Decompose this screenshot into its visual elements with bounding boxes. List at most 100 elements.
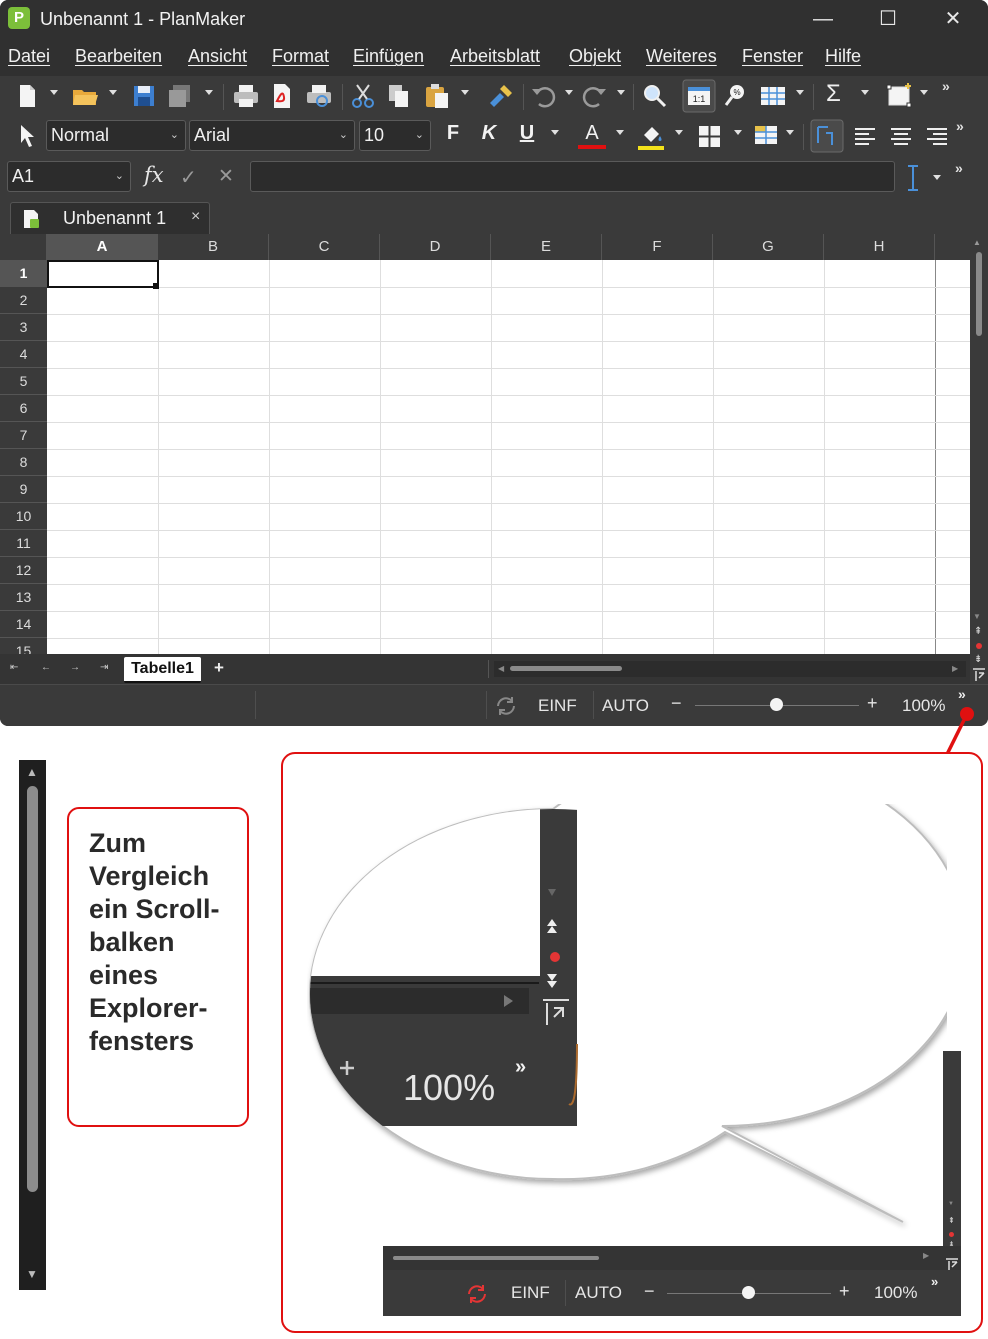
scroll-left-arrow-icon[interactable]: ◀ bbox=[498, 661, 504, 677]
confirm-icon[interactable]: ✓ bbox=[180, 165, 197, 190]
column-header-c[interactable]: C bbox=[269, 234, 380, 260]
document-tab[interactable]: Unbenannt 1 × bbox=[10, 202, 210, 234]
row-header-3[interactable]: 3 bbox=[0, 314, 47, 341]
save-caret[interactable] bbox=[205, 90, 213, 95]
open-folder-icon[interactable] bbox=[70, 81, 100, 111]
row-header-7[interactable]: 7 bbox=[0, 422, 47, 449]
scroll-page-up-icon[interactable]: ⇞ bbox=[974, 626, 982, 637]
borders-caret[interactable] bbox=[734, 130, 742, 135]
fill-color-icon[interactable] bbox=[636, 121, 666, 151]
row-header-5[interactable]: 5 bbox=[0, 368, 47, 395]
toolbar-more-icon[interactable]: » bbox=[942, 78, 950, 94]
new-document-icon[interactable] bbox=[12, 81, 42, 111]
font-color-button[interactable]: A bbox=[579, 122, 605, 145]
borders-icon[interactable] bbox=[695, 121, 725, 151]
menu-datei[interactable]: Datei bbox=[8, 46, 50, 67]
select-all-corner[interactable] bbox=[0, 234, 47, 260]
font-select[interactable]: Arial ⌄ bbox=[189, 120, 355, 151]
insert-object-caret[interactable] bbox=[920, 90, 928, 95]
scroll-up-arrow-icon[interactable]: ▲ bbox=[973, 238, 981, 247]
row-header-1[interactable]: 1 bbox=[0, 260, 47, 287]
recalculate-icon[interactable] bbox=[494, 694, 518, 718]
horizontal-scroll-thumb[interactable] bbox=[510, 666, 622, 671]
column-header-b[interactable]: B bbox=[158, 234, 269, 260]
table-view-caret[interactable] bbox=[796, 90, 804, 95]
horizontal-scrollbar[interactable]: ◀ ▶ bbox=[494, 661, 966, 677]
sheet-tab-tabelle1[interactable]: Tabelle1 bbox=[124, 657, 201, 683]
print-icon[interactable] bbox=[231, 81, 261, 111]
align-right-icon[interactable] bbox=[922, 121, 952, 151]
calc-mode-indicator[interactable]: AUTO bbox=[602, 696, 649, 716]
cancel-icon[interactable]: ✕ bbox=[218, 165, 234, 188]
row-header-4[interactable]: 4 bbox=[0, 341, 47, 368]
cut-icon[interactable] bbox=[348, 81, 378, 111]
column-header-a[interactable]: A bbox=[47, 234, 158, 260]
align-center-icon[interactable] bbox=[886, 121, 916, 151]
insert-mode-indicator[interactable]: EINF bbox=[538, 696, 577, 716]
vertical-scroll-thumb[interactable] bbox=[976, 252, 982, 336]
row-header-2[interactable]: 2 bbox=[0, 287, 47, 314]
formula-caret[interactable] bbox=[933, 175, 941, 180]
scroll-right-arrow-icon[interactable]: ▶ bbox=[952, 661, 958, 677]
export-pdf-icon[interactable] bbox=[267, 81, 297, 111]
last-sheet-icon[interactable]: ⇥ bbox=[100, 662, 108, 673]
scroll-position-dot-icon[interactable] bbox=[976, 643, 982, 649]
add-sheet-button[interactable]: + bbox=[214, 658, 224, 678]
close-button[interactable]: ✕ bbox=[920, 0, 986, 38]
menu-objekt[interactable]: Objekt bbox=[569, 46, 621, 67]
conditional-format-icon[interactable] bbox=[752, 121, 782, 151]
maximize-button[interactable]: ☐ bbox=[855, 0, 921, 38]
zoom-slider-thumb[interactable] bbox=[770, 698, 783, 711]
menu-format[interactable]: Format bbox=[272, 46, 329, 67]
open-caret[interactable] bbox=[109, 90, 117, 95]
row-header-9[interactable]: 9 bbox=[0, 476, 47, 503]
redo-caret[interactable] bbox=[617, 90, 625, 95]
next-sheet-icon[interactable]: → bbox=[70, 662, 80, 673]
prev-sheet-icon[interactable]: ← bbox=[41, 662, 51, 673]
column-header-e[interactable]: E bbox=[491, 234, 602, 260]
zoom-out-button[interactable]: − bbox=[671, 693, 682, 714]
conditional-format-caret[interactable] bbox=[786, 130, 794, 135]
align-left-icon[interactable] bbox=[850, 121, 880, 151]
underline-button[interactable]: U bbox=[514, 122, 540, 145]
cell-reference-box[interactable]: A1 ⌄ bbox=[7, 161, 131, 192]
fill-handle[interactable] bbox=[153, 283, 159, 289]
vertical-scrollbar[interactable]: ▲ ▼ ⇞ ⇟ bbox=[970, 234, 988, 684]
sum-icon[interactable]: Σ bbox=[826, 80, 841, 108]
zoom-in-button[interactable]: + bbox=[867, 693, 878, 714]
italic-button[interactable]: K bbox=[476, 122, 502, 145]
font-size-select[interactable]: 10 ⌄ bbox=[359, 120, 431, 151]
menu-arbeitsblatt[interactable]: Arbeitsblatt bbox=[450, 46, 540, 67]
underline-caret[interactable] bbox=[551, 130, 559, 135]
search-icon[interactable] bbox=[640, 81, 670, 111]
redo-icon[interactable] bbox=[580, 81, 610, 111]
menu-bearbeiten[interactable]: Bearbeiten bbox=[75, 46, 162, 67]
document-tab-close-icon[interactable]: × bbox=[191, 208, 200, 226]
row-header-12[interactable]: 12 bbox=[0, 557, 47, 584]
undo-icon[interactable] bbox=[528, 81, 558, 111]
table-view-icon[interactable] bbox=[758, 81, 788, 111]
format-painter-icon[interactable] bbox=[486, 81, 516, 111]
paste-icon[interactable] bbox=[422, 81, 452, 111]
copy-icon[interactable] bbox=[384, 81, 414, 111]
column-header-d[interactable]: D bbox=[380, 234, 491, 260]
scroll-down-arrow-icon[interactable]: ▼ bbox=[973, 612, 981, 621]
zoom-percent-icon[interactable]: % bbox=[722, 81, 752, 111]
row-header-6[interactable]: 6 bbox=[0, 395, 47, 422]
scroll-page-down-icon[interactable]: ⇟ bbox=[974, 654, 982, 665]
text-direction-icon[interactable] bbox=[810, 119, 844, 153]
new-document-caret[interactable] bbox=[50, 90, 58, 95]
row-header-11[interactable]: 11 bbox=[0, 530, 47, 557]
function-wizard-icon[interactable]: fx bbox=[144, 163, 164, 187]
column-header-f[interactable]: F bbox=[602, 234, 713, 260]
undo-caret[interactable] bbox=[565, 90, 573, 95]
menu-ansicht[interactable]: Ansicht bbox=[188, 46, 247, 67]
split-window-icon[interactable] bbox=[972, 668, 986, 682]
bold-button[interactable]: F bbox=[440, 122, 466, 145]
font-color-caret[interactable] bbox=[616, 130, 624, 135]
first-sheet-icon[interactable]: ⇤ bbox=[10, 662, 18, 673]
sum-caret[interactable] bbox=[861, 90, 869, 95]
column-header-h[interactable]: H bbox=[824, 234, 935, 260]
minimize-button[interactable]: — bbox=[790, 0, 856, 38]
save-all-icon[interactable] bbox=[165, 81, 195, 111]
